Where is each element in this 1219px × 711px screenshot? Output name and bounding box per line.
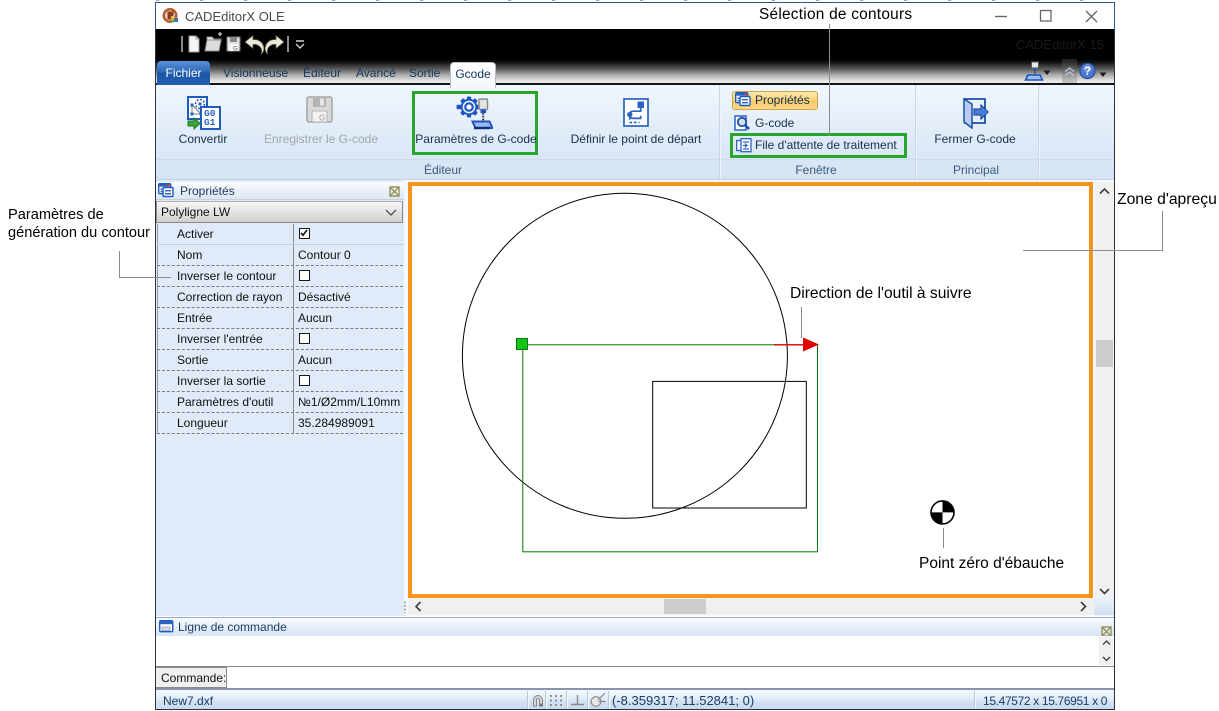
svg-text:G: G xyxy=(319,114,325,123)
svg-text:G1: G1 xyxy=(204,117,216,128)
svg-text:G: G xyxy=(233,47,238,53)
svg-text:?: ? xyxy=(1084,66,1091,78)
